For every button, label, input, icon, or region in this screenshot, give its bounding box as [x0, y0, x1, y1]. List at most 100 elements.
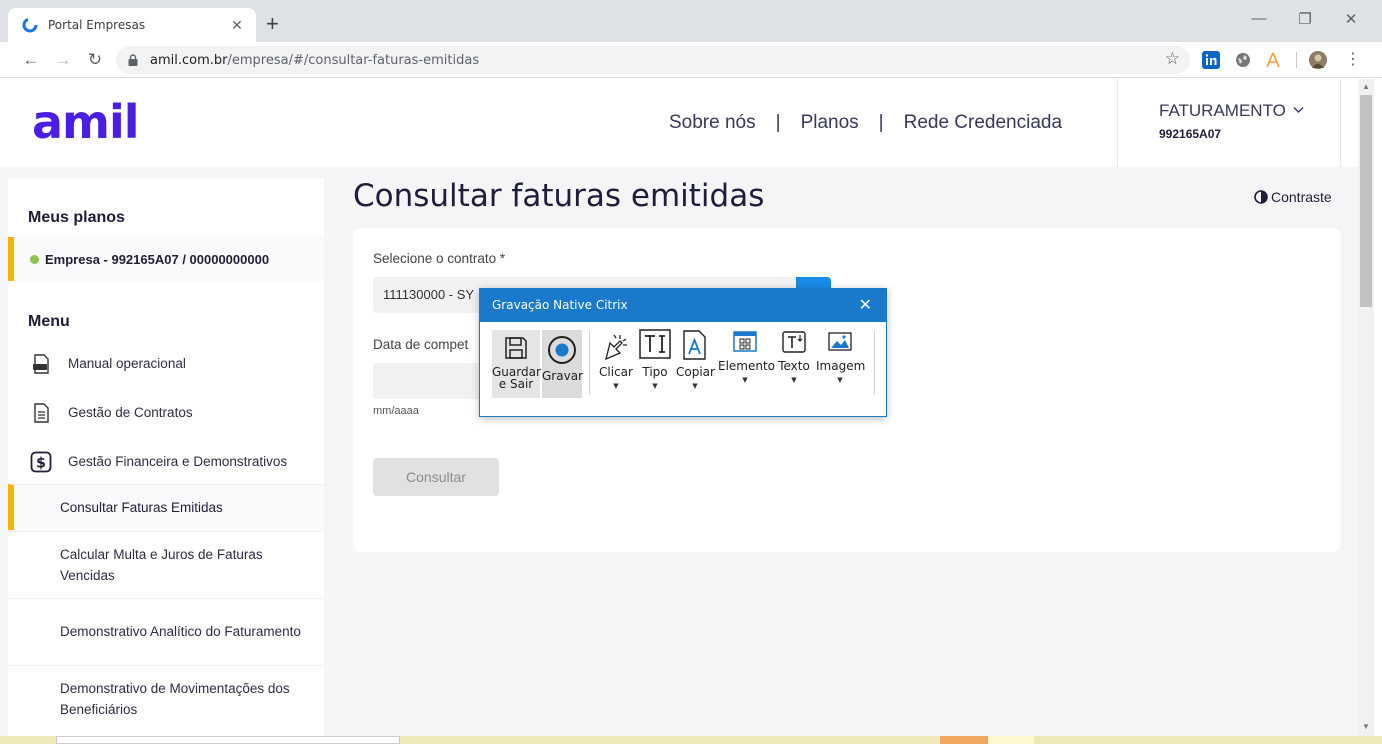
contrast-label: Contraste: [1271, 189, 1332, 205]
toolbar-divider: [1296, 52, 1297, 68]
browser-toolbar: ← → ↻ amil.com.br/empresa/#/consultar-fa…: [0, 42, 1382, 78]
amil-logo[interactable]: amil: [32, 95, 140, 149]
chevron-down-icon[interactable]: ▼: [777, 374, 811, 386]
chevron-down-icon: [1293, 107, 1304, 113]
text-tool-button[interactable]: Texto ▼: [777, 329, 811, 399]
site-header: amil Sobre nós | Planos | Rede Credencia…: [0, 79, 1358, 167]
status-dot: [30, 254, 39, 264]
scroll-up-icon[interactable]: ▲: [1358, 79, 1374, 95]
profile-avatar[interactable]: [1309, 51, 1327, 69]
menu-item-gestao-financeira[interactable]: $ Gestão Financeira e Demonstrativos: [8, 437, 324, 486]
menu-item-label: Gestão Financeira e Demonstrativos: [68, 454, 288, 469]
bookmark-star-icon[interactable]: ☆: [1165, 49, 1180, 69]
taskbar-segment: [56, 736, 400, 744]
tool-label: Elemento: [718, 359, 776, 373]
acrobat-extension-icon[interactable]: [1264, 51, 1282, 69]
citrix-titlebar: Gravação Native Citrix ✕: [480, 289, 886, 322]
address-bar[interactable]: amil.com.br/empresa/#/consultar-faturas-…: [116, 46, 1190, 74]
globe-extension-icon[interactable]: [1234, 51, 1252, 69]
tool-label: Tipo: [642, 365, 668, 379]
browser-tab[interactable]: Portal Empresas ✕: [8, 8, 256, 42]
minimize-icon[interactable]: —: [1236, 10, 1282, 27]
url-host: amil.com.br: [150, 52, 228, 68]
top-navigation: Sobre nós | Planos | Rede Credenciada: [669, 112, 1062, 134]
contract-label: Selecione o contrato *: [373, 251, 506, 266]
chevron-down-icon[interactable]: ▼: [676, 380, 714, 392]
element-icon: [733, 331, 757, 352]
nav-planos[interactable]: Planos: [801, 112, 859, 134]
sub-item-label: Consultar Faturas Emitidas: [60, 500, 223, 515]
account-code: 992165A07: [1159, 127, 1222, 141]
back-icon[interactable]: ←: [20, 49, 42, 71]
copy-icon: [683, 330, 706, 360]
type-tool-button[interactable]: Tipo ▼: [638, 329, 672, 399]
account-menu[interactable]: FATURAMENTO 992165A07: [1117, 79, 1341, 167]
page-title: Consultar faturas emitidas: [353, 178, 765, 214]
chevron-down-icon[interactable]: ▼: [718, 374, 772, 386]
toolbar-separator: [874, 331, 875, 395]
tab-close-icon[interactable]: ✕: [228, 17, 246, 34]
portal-favicon-icon: [22, 17, 38, 33]
menu-item-label: Manual operacional: [68, 356, 186, 371]
nav-separator: |: [878, 112, 884, 133]
element-tool-button[interactable]: Elemento ▼: [718, 329, 776, 399]
citrix-close-icon[interactable]: ✕: [859, 295, 872, 314]
sub-item-demonstrativo-movimentacoes[interactable]: Demonstrativo de Movimentações dos Benef…: [8, 665, 324, 731]
page-scrollbar[interactable]: ▲ ▼: [1358, 79, 1374, 744]
menu-item-gestao-contratos[interactable]: Gestão de Contratos: [8, 388, 324, 437]
document-icon: [34, 402, 49, 423]
scroll-down-icon[interactable]: ▼: [1358, 719, 1374, 735]
menu-heading: Menu: [28, 313, 70, 330]
sub-item-consultar-faturas[interactable]: Consultar Faturas Emitidas: [8, 484, 324, 530]
citrix-title: Gravação Native Citrix: [492, 298, 628, 312]
image-icon: [828, 332, 852, 351]
copy-tool-button[interactable]: Copiar ▼: [676, 329, 715, 399]
chevron-down-icon[interactable]: ▼: [598, 380, 634, 392]
contrast-toggle[interactable]: Contraste: [1254, 189, 1332, 205]
chevron-down-icon[interactable]: ▼: [638, 380, 672, 392]
sub-item-demonstrativo-analitico[interactable]: Demonstrativo Analítico do Faturamento: [8, 598, 324, 664]
date-format-hint: mm/aaaa: [373, 405, 419, 417]
nav-rede-credenciada[interactable]: Rede Credenciada: [904, 112, 1062, 134]
tool-label: Texto: [778, 359, 810, 373]
tool-label: Guardar e Sair: [492, 365, 541, 391]
contrast-icon: [1254, 190, 1268, 204]
image-tool-button[interactable]: Imagem ▼: [816, 329, 865, 399]
chevron-down-icon[interactable]: ▼: [816, 374, 864, 386]
nav-separator: |: [775, 112, 781, 133]
plan-item[interactable]: Empresa - 992165A07 / 00000000000: [8, 237, 324, 281]
menu-item-manual-operacional[interactable]: Manual operacional: [8, 339, 324, 388]
window-close-icon[interactable]: ✕: [1328, 10, 1374, 28]
plan-label: Empresa - 992165A07 / 00000000000: [45, 251, 270, 267]
tool-label: Clicar: [599, 365, 633, 379]
date-label: Data de compet: [373, 337, 469, 352]
reload-icon[interactable]: ↻: [84, 49, 106, 71]
record-button[interactable]: Gravar: [542, 330, 583, 398]
tool-label: Gravar: [542, 369, 583, 383]
new-tab-icon[interactable]: +: [266, 12, 279, 36]
linkedin-extension-icon[interactable]: [1202, 51, 1220, 69]
sidebar: Meus planos Empresa - 992165A07 / 000000…: [8, 178, 324, 744]
text-icon: [782, 331, 806, 353]
browser-menu-icon[interactable]: ⋮: [1342, 49, 1364, 71]
tool-label: Copiar: [676, 365, 715, 379]
save-and-exit-button[interactable]: Guardar e Sair: [492, 330, 541, 398]
click-icon: [605, 334, 627, 361]
browser-tab-bar: Portal Empresas ✕ + — ❐ ✕: [0, 0, 1382, 42]
nav-sobre-nos[interactable]: Sobre nós: [669, 112, 756, 134]
type-icon: [639, 329, 671, 359]
click-tool-button[interactable]: Clicar ▼: [598, 329, 634, 399]
sub-item-calcular-multa[interactable]: Calcular Multa e Juros de Faturas Vencid…: [8, 531, 324, 597]
forward-icon[interactable]: →: [52, 49, 74, 71]
scroll-thumb[interactable]: [1360, 95, 1372, 307]
toolbar-separator: [589, 331, 590, 395]
url-path: /empresa/#/consultar-faturas-emitidas: [227, 52, 480, 68]
account-dropdown[interactable]: FATURAMENTO: [1159, 101, 1340, 121]
plans-heading: Meus planos: [28, 209, 125, 226]
menu-item-label: Gestão de Contratos: [68, 405, 193, 420]
restore-icon[interactable]: ❐: [1282, 10, 1328, 28]
consultar-button[interactable]: Consultar: [373, 458, 499, 496]
pdf-file-icon: [33, 353, 49, 374]
account-label: FATURAMENTO: [1159, 101, 1286, 120]
record-icon: [548, 336, 576, 364]
